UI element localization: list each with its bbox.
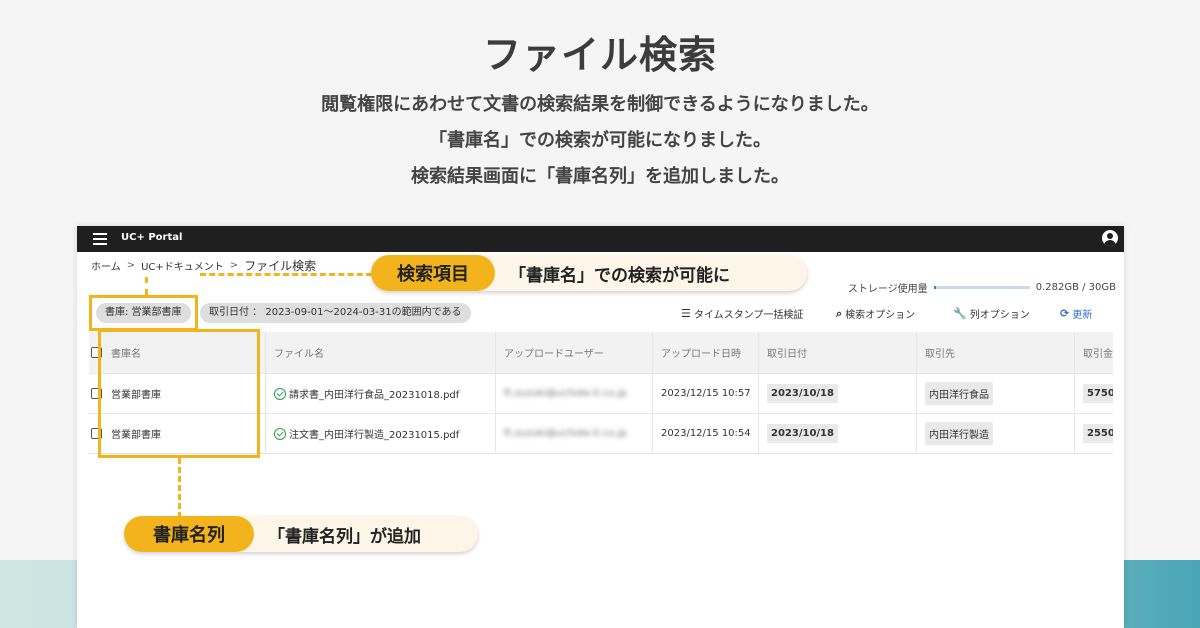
description-line-3: 検索結果画面に「書庫名列」を追加しました。 [411,166,789,187]
storage-fill [933,286,936,289]
column-header-file[interactable]: ファイル名 [265,332,495,373]
filter-chip-date[interactable]: 取引日付 ： 2023-09-01～2024-03-31の範囲内である [200,303,471,323]
cell-file[interactable]: 注文書_内田洋行製造_20231015.pdf [265,414,495,453]
cell-uploaded: 2023/12/15 10:57 [652,374,758,413]
cell-uploaded: 2023/12/15 10:54 [652,414,758,453]
column-header-partner[interactable]: 取引先 [916,332,1074,373]
callout-search-item-tag: 検索項目 [371,255,495,291]
user-email: ft.suzuki@uchida-it.co.jp [504,428,627,439]
refresh-label: 更新 [1072,310,1093,321]
checklist-icon: ☰ [681,307,691,320]
breadcrumb-current: ファイル検索 [244,259,317,273]
column-header-tdate[interactable]: 取引日付 [758,332,916,373]
cell-tdate: 2023/10/18 [758,414,916,453]
column-header-uploaded[interactable]: アップロード日時 [652,332,758,373]
description-line-2: 「書庫名」での検索が可能になりました。 [429,130,771,151]
callout-column-tag: 書庫名列 [124,516,254,552]
callout-column: 書庫名列 「書庫名列」が追加 [124,516,478,552]
callout-column-text: 「書庫名列」が追加 [268,526,421,547]
user-icon[interactable] [1102,230,1118,246]
cell-amount: 57500 [1074,374,1113,413]
connector-line [145,277,148,295]
connector-line [178,458,181,518]
tdate-tag: 2023/10/18 [767,384,838,403]
cell-user: ft.suzuki@uchida-it.co.jp [495,374,652,413]
breadcrumb-separator: > [229,260,239,271]
file-name-link[interactable]: 注文書_内田洋行製造_20231015.pdf [289,426,459,441]
column-options-label: 列オプション [969,310,1030,321]
storage-label: ストレージ使用量 [847,284,928,295]
refresh-icon: ⟳ [1060,307,1070,320]
callout-search-item: 検索項目 「書庫名」での検索が可能に [371,255,807,291]
cell-file[interactable]: 請求書_内田洋行食品_20231018.pdf [265,374,495,413]
description-line-1: 閲覧権限にあわせて文書の検索結果を制御できるようになりました。 [321,94,879,115]
storage-value: 0.282GB / 30GB [1035,282,1116,293]
cell-partner: 内田洋行製造 [916,414,1074,453]
amount-tag: 57500 [1083,384,1113,403]
column-options-button[interactable]: 🔧 列オプション [953,306,1030,321]
page-title: ファイル検索 [482,33,717,77]
breadcrumb-separator: > [126,260,136,271]
cell-partner: 内田洋行食品 [916,374,1074,413]
callout-search-item-text: 「書庫名」での検索が可能に [509,265,730,286]
check-circle-icon [274,387,286,400]
search-option-icon: ⌕ [836,306,843,320]
wrench-icon: 🔧 [953,307,967,320]
app-header: UC+ Portal [77,226,1124,252]
breadcrumb-documents[interactable]: UC+ドキュメント [141,258,224,273]
breadcrumb-home[interactable]: ホーム [91,258,121,273]
column-header-amount[interactable]: 取引金額 [1074,332,1113,373]
partner-tag: 内田洋行食品 [925,382,993,405]
app-title: UC+ Portal [121,232,183,243]
cell-user: ft.suzuki@uchida-it.co.jp [495,414,652,453]
search-options-label: 検索オプション [845,310,916,321]
menu-icon[interactable] [93,233,107,245]
check-circle-icon [274,427,286,440]
timestamp-verify-label: タイムスタンプ一括検証 [693,310,804,321]
breadcrumb: ホーム > UC+ドキュメント > ファイル検索 [91,257,316,274]
amount-tag: 25500 [1083,424,1113,443]
connector-line [200,273,372,276]
storage-bar [933,286,1030,289]
user-email: ft.suzuki@uchida-it.co.jp [504,388,627,399]
partner-tag: 内田洋行製造 [925,422,993,445]
column-header-user[interactable]: アップロードユーザー [495,332,652,373]
file-name-link[interactable]: 請求書_内田洋行食品_20231018.pdf [289,386,459,401]
cell-amount: 25500 [1074,414,1113,453]
highlight-shoko-filter [89,295,198,331]
tdate-tag: 2023/10/18 [767,424,838,443]
search-options-button[interactable]: ⌕ 検索オプション [836,306,916,322]
storage-usage: ストレージ使用量 0.282GB / 30GB [848,280,1116,295]
refresh-button[interactable]: ⟳ 更新 [1060,306,1092,321]
highlight-shoko-column [98,329,260,458]
cell-tdate: 2023/10/18 [758,374,916,413]
timestamp-verify-button[interactable]: ☰ タイムスタンプ一括検証 [681,306,803,321]
